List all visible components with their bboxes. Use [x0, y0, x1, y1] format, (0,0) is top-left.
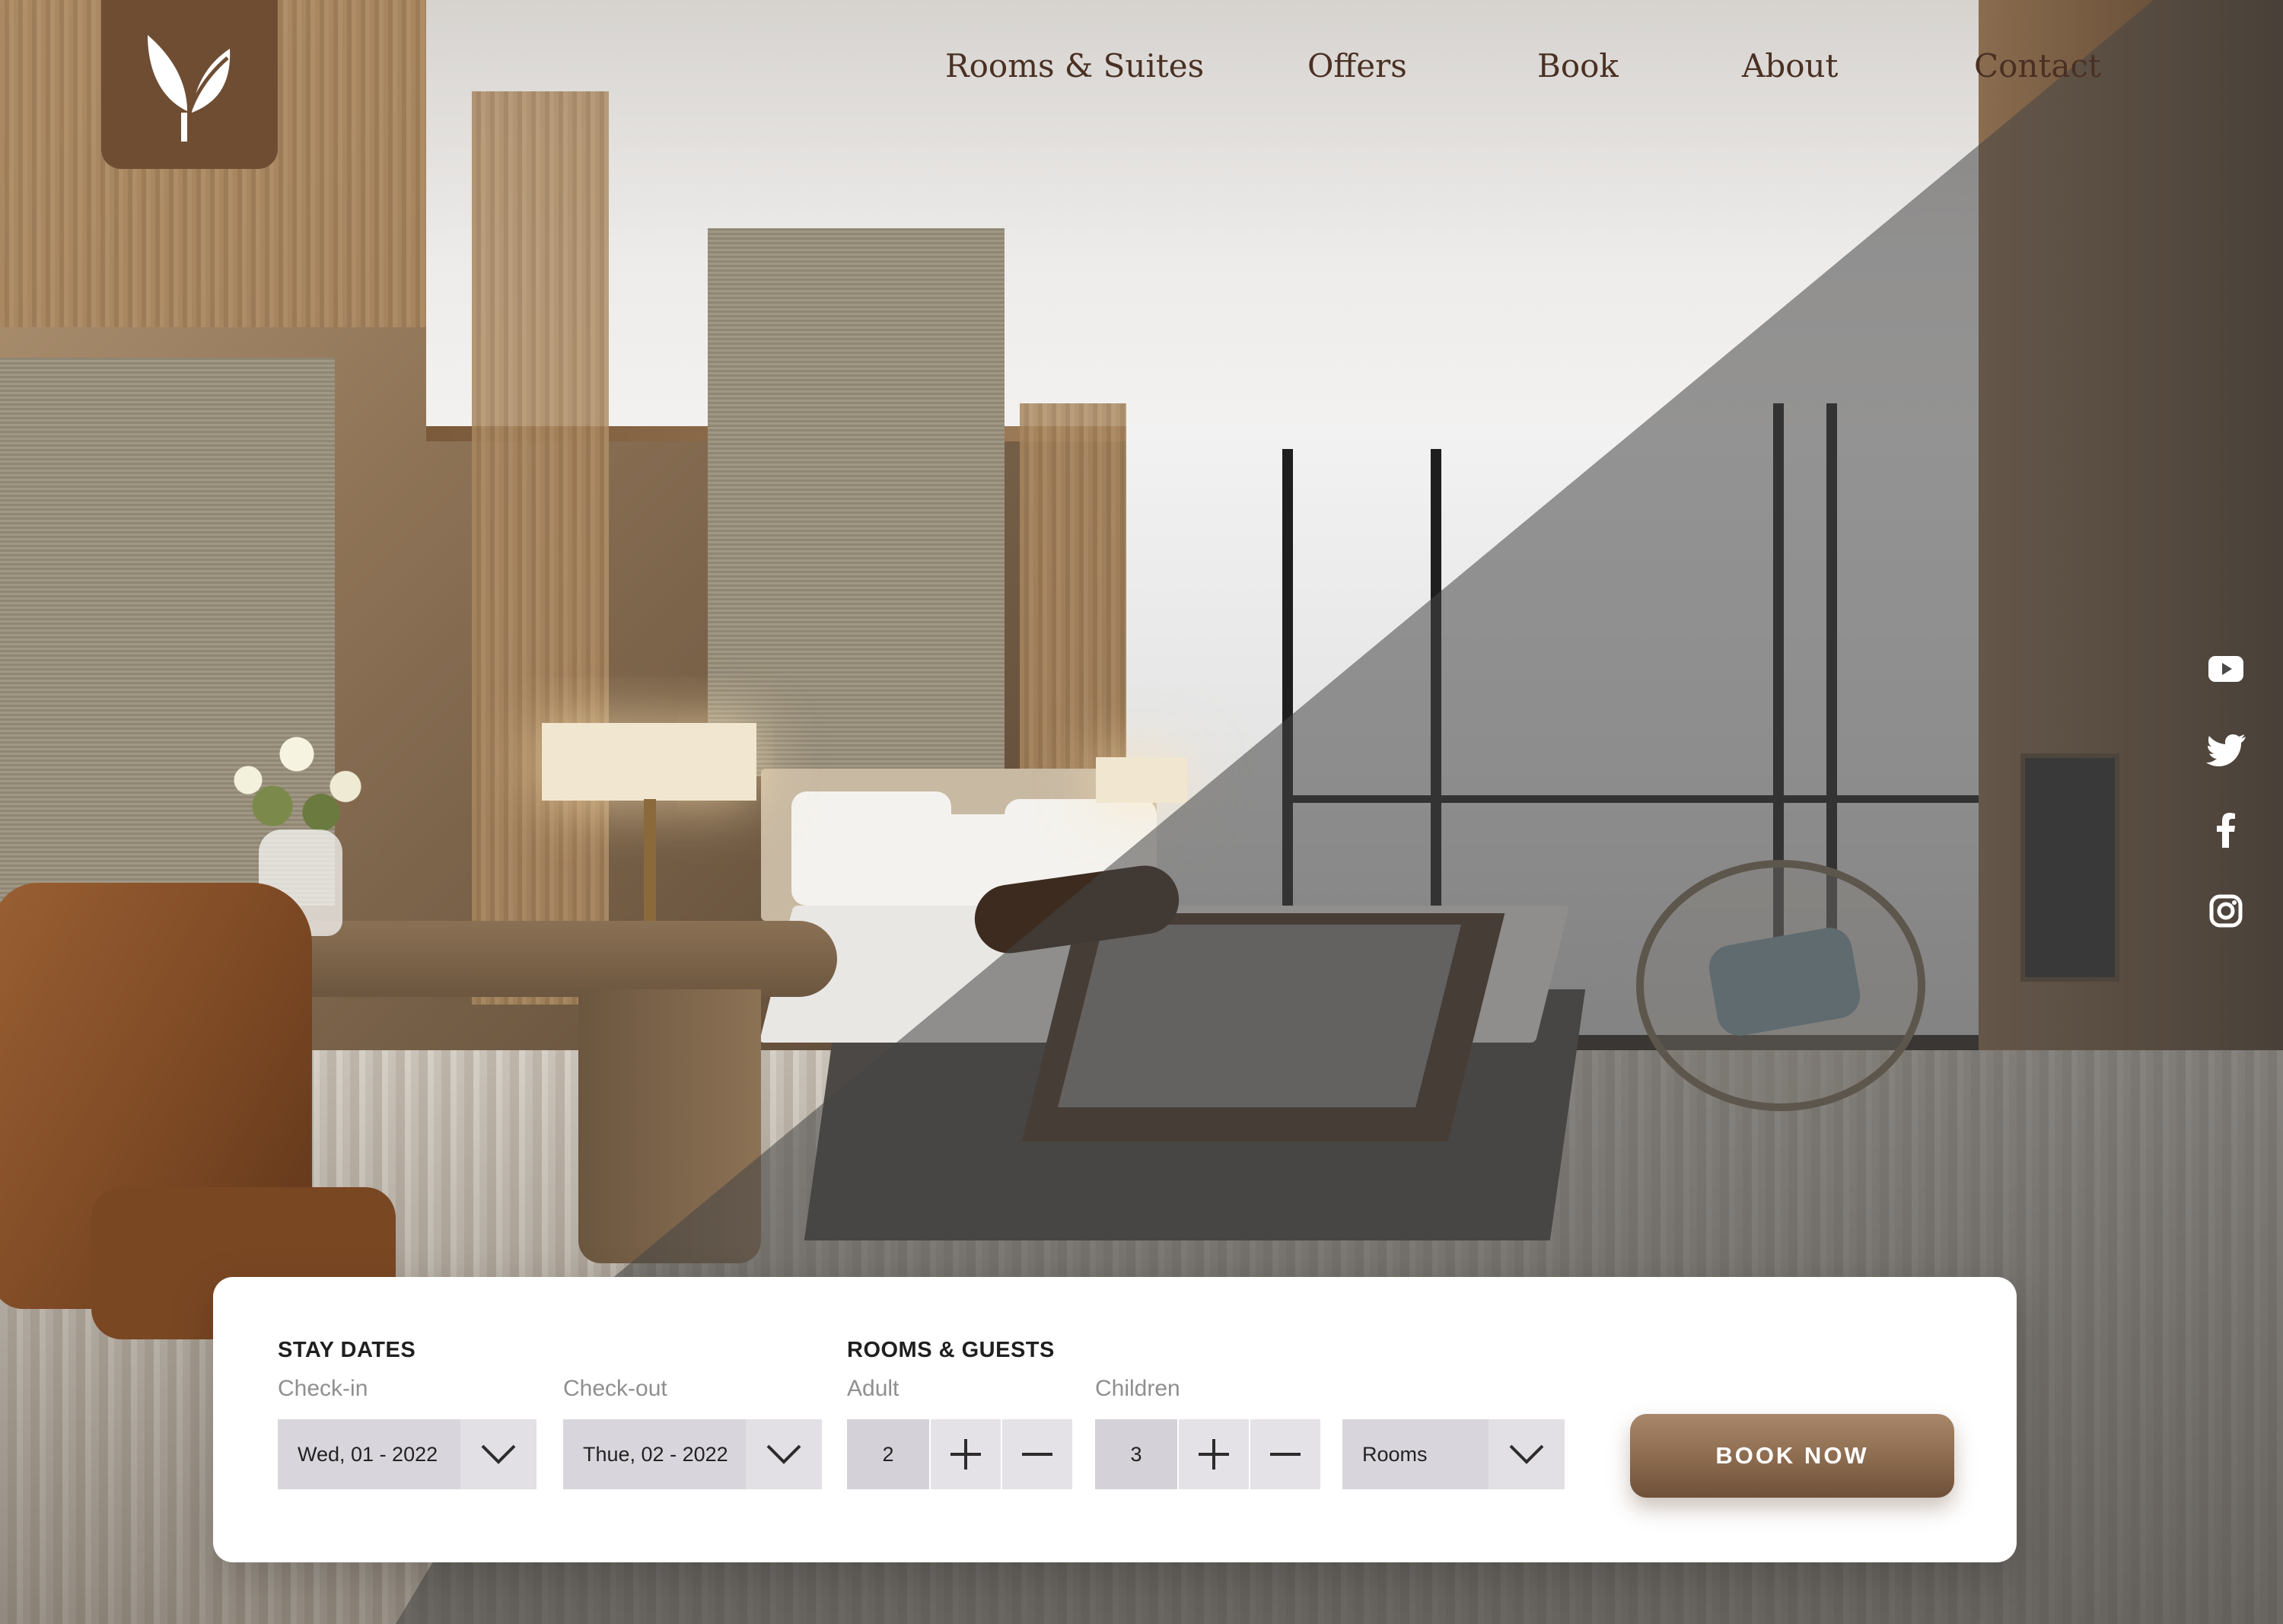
checkin-label: Check-in: [278, 1376, 368, 1401]
desk: [259, 921, 837, 997]
stay-dates-title: STAY DATES: [278, 1338, 416, 1362]
book-now-button[interactable]: BOOK NOW: [1630, 1414, 1954, 1498]
children-stepper: 3: [1095, 1419, 1320, 1489]
chevron-down-icon: [460, 1419, 537, 1489]
nav-book[interactable]: Book: [1537, 47, 1619, 84]
checkout-value: Thue, 02 - 2022: [583, 1442, 728, 1466]
children-count[interactable]: 3: [1095, 1419, 1177, 1489]
nav-rooms-suites[interactable]: Rooms & Suites: [945, 47, 1204, 84]
plus-icon: [950, 1439, 981, 1470]
nav-about[interactable]: About: [1742, 47, 1838, 84]
flower-bouquet: [175, 715, 419, 845]
twitter-icon[interactable]: [2204, 728, 2248, 772]
children-increment-button[interactable]: [1179, 1419, 1249, 1489]
lamp-stand: [644, 799, 656, 928]
adult-label: Adult: [847, 1376, 900, 1401]
booking-widget: STAY DATES Check-in Wed, 01 - 2022 Check…: [213, 1277, 2017, 1562]
table-lamp: [1096, 757, 1187, 803]
facebook-icon[interactable]: [2204, 808, 2248, 852]
adult-decrement-button[interactable]: [1002, 1419, 1072, 1489]
children-decrement-button[interactable]: [1250, 1419, 1320, 1489]
adult-count[interactable]: 2: [847, 1419, 929, 1489]
plus-icon: [1199, 1439, 1229, 1470]
rooms-value: Rooms: [1362, 1442, 1428, 1466]
checkin-select[interactable]: Wed, 01 - 2022: [278, 1419, 537, 1489]
rooms-select[interactable]: Rooms: [1342, 1419, 1565, 1489]
chevron-down-icon: [1489, 1419, 1565, 1489]
children-label: Children: [1095, 1376, 1180, 1401]
checkout-label: Check-out: [563, 1376, 667, 1401]
adult-increment-button[interactable]: [931, 1419, 1001, 1489]
nav-contact[interactable]: Contact: [1974, 47, 2101, 84]
headboard-wall: [708, 228, 1005, 776]
youtube-icon[interactable]: [2204, 647, 2248, 691]
nav-offers[interactable]: Offers: [1307, 47, 1407, 84]
minus-icon: [1270, 1453, 1301, 1456]
rooms-guests-title: ROOMS & GUESTS: [847, 1338, 1055, 1362]
minus-icon: [1022, 1453, 1052, 1456]
main-nav: Rooms & Suites Offers Book About Contact: [0, 47, 2283, 100]
instagram-icon[interactable]: [2204, 889, 2248, 933]
table-lamp: [542, 723, 756, 801]
chevron-down-icon: [746, 1419, 822, 1489]
checkin-value: Wed, 01 - 2022: [298, 1442, 438, 1466]
wood-column: [472, 91, 609, 1005]
adult-stepper: 2: [847, 1419, 1072, 1489]
checkout-select[interactable]: Thue, 02 - 2022: [563, 1419, 822, 1489]
